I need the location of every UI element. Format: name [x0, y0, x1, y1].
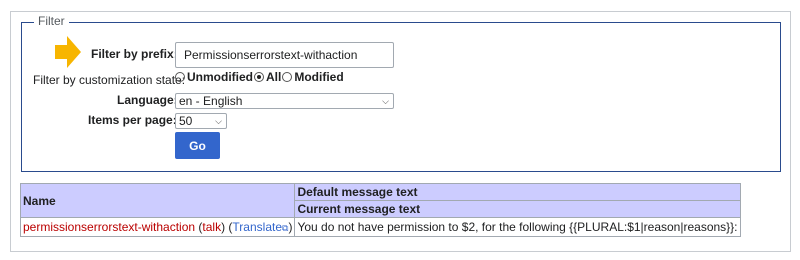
items-per-page-label: Items per page: [88, 113, 177, 127]
radio-unmodified[interactable] [175, 72, 185, 82]
table-row: permissionserrorstext-withaction (talk) … [19, 217, 741, 237]
translate-link[interactable]: Translate [232, 220, 282, 234]
language-select[interactable]: en - English ⌵ [175, 93, 394, 109]
go-button[interactable]: Go [175, 132, 220, 159]
language-label: Language: [117, 93, 178, 107]
prefix-input[interactable] [175, 42, 394, 68]
col-name-header: Name [19, 183, 296, 218]
prefix-label: Filter by prefix: [91, 47, 178, 61]
radio-all[interactable] [254, 72, 264, 82]
pointer-arrow-icon [55, 36, 81, 68]
radio-modified[interactable] [282, 72, 293, 82]
state-label: Filter by customization state: [33, 73, 186, 87]
message-name-link[interactable]: permissionserrorstext-withaction [23, 220, 195, 234]
col-default-header: Default message text [294, 183, 741, 201]
filter-legend: Filter [34, 14, 69, 28]
messages-table: Name Default message text Current messag… [19, 183, 741, 237]
chevron-down-icon: ⌵ [215, 116, 222, 126]
row-name-cell: permissionserrorstext-withaction (talk) … [19, 217, 296, 237]
state-option-unmodified[interactable]: Unmodified [175, 70, 253, 84]
state-radio-group: Unmodified All Modified [175, 70, 345, 84]
col-current-header: Current message text [294, 200, 741, 218]
items-per-page-select[interactable]: 50 ⌵ [175, 113, 227, 129]
talk-link[interactable]: talk [202, 220, 221, 234]
state-option-all[interactable]: All [254, 70, 281, 84]
external-link-icon: ⧉ [282, 223, 289, 233]
state-option-modified[interactable]: Modified [282, 70, 344, 84]
chevron-down-icon: ⌵ [382, 96, 389, 106]
row-text-cell: You do not have permission to $2, for th… [294, 217, 741, 237]
